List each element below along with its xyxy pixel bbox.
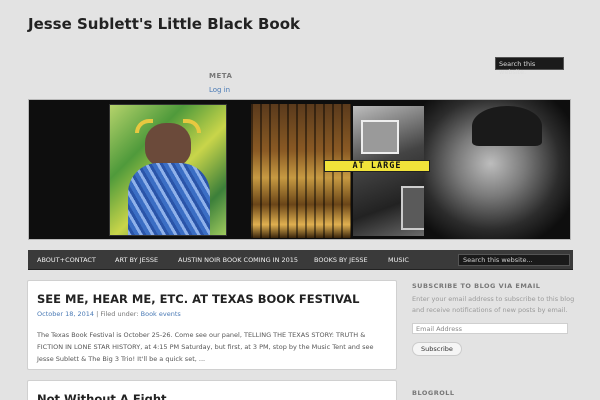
meta-widget-title: META — [209, 72, 233, 80]
post-date[interactable]: October 18, 2014 — [37, 310, 94, 318]
post-category[interactable]: Book events — [141, 310, 181, 318]
main-nav: ABOUT+CONTACT ART BY JESSE AUSTIN NOIR B… — [28, 250, 573, 270]
login-link[interactable]: Log in — [209, 86, 232, 94]
post-title[interactable]: SEE ME, HEAR ME, ETC. AT TEXAS BOOK FEST… — [37, 292, 359, 306]
site-title[interactable]: Jesse Sublett's Little Black Book — [28, 15, 300, 33]
header-banner: AT LARGE — [28, 99, 571, 240]
nav-search-input[interactable]: Search this website... — [458, 254, 570, 266]
subscribe-title: SUBSCRIBE TO BLOG VIA EMAIL — [412, 282, 541, 290]
portrait-photo — [424, 100, 570, 239]
bison-artwork — [109, 104, 227, 236]
bison-head — [145, 123, 191, 167]
nav-item-about-contact[interactable]: ABOUT+CONTACT — [37, 250, 96, 270]
nav-item-austin-noir[interactable]: AUSTIN NOIR BOOK COMING IN 2015 — [178, 250, 298, 270]
banner-label: AT LARGE — [324, 160, 430, 172]
header-search-input[interactable]: Search this website. — [495, 57, 564, 76]
nav-item-music[interactable]: MUSIC — [388, 250, 409, 270]
email-field[interactable]: Email Address — [412, 323, 568, 334]
post-title[interactable]: Not Without A Fight — [37, 392, 167, 400]
subscribe-text: Enter your email address to subscribe to… — [412, 295, 575, 314]
subscribe-widget: SUBSCRIBE TO BLOG VIA EMAIL Enter your e… — [412, 282, 577, 356]
post-excerpt: The Texas Book Festival is October 25-26… — [37, 331, 374, 363]
blogroll-title: BLOGROLL — [412, 389, 455, 397]
nav-item-art-by-jesse[interactable]: ART BY JESSE — [115, 250, 158, 270]
post-card: SEE ME, HEAR ME, ETC. AT TEXAS BOOK FEST… — [27, 280, 397, 370]
bison-robe — [128, 163, 210, 235]
filed-under-label: Filed under: — [100, 310, 139, 318]
meta-widget: META Log in — [209, 72, 232, 94]
subscribe-button[interactable]: Subscribe — [412, 342, 462, 356]
nav-item-books-by-jesse[interactable]: BOOKS BY JESSE — [314, 250, 368, 270]
post-card: Not Without A Fight — [27, 380, 397, 400]
post-meta: October 18, 2014 | Filed under: Book eve… — [37, 310, 181, 318]
